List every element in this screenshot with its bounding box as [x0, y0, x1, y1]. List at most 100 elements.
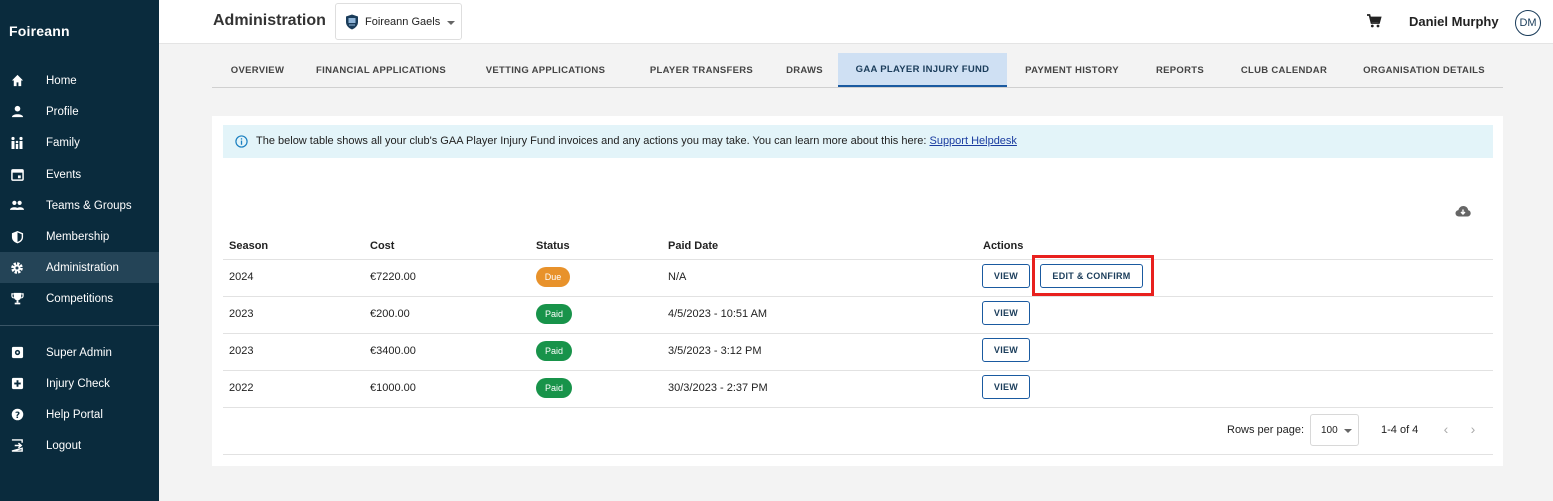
sidebar-item-label: Family [46, 136, 80, 149]
person-icon [10, 105, 24, 119]
card-bottom-divider [223, 454, 1493, 455]
medical-icon [10, 377, 24, 391]
chevron-down-icon [1344, 429, 1352, 433]
column-header-cost: Cost [370, 240, 395, 252]
status-badge: Paid [536, 341, 572, 361]
view-button[interactable]: VIEW [982, 264, 1030, 288]
sidebar-item-super-admin[interactable]: Super Admin [0, 337, 159, 368]
sidebar-item-label: Logout [46, 439, 82, 452]
home-icon [10, 74, 24, 88]
sidebar-item-profile[interactable]: Profile [0, 96, 159, 127]
sidebar-item-events[interactable]: Events [0, 159, 159, 190]
admin-icon [10, 346, 24, 360]
sidebar-item-label: Help Portal [46, 408, 103, 421]
tab-club-calendar[interactable]: CLUB CALENDAR [1223, 53, 1345, 87]
status-badge: Paid [536, 304, 572, 324]
sidebar: Foireann Home Profile Family Events Team… [0, 0, 159, 501]
club-crest-icon [345, 14, 359, 30]
sidebar-item-label: Profile [46, 105, 79, 118]
club-name: Foireann Gaels [365, 16, 441, 28]
sidebar-item-help-portal[interactable]: ? Help Portal [0, 399, 159, 430]
view-button[interactable]: VIEW [982, 375, 1030, 399]
tab-bar: OVERVIEW FINANCIAL APPLICATIONS VETTING … [212, 53, 1503, 88]
column-header-status: Status [536, 240, 570, 252]
tab-payment-history[interactable]: PAYMENT HISTORY [1007, 53, 1137, 87]
view-button[interactable]: VIEW [982, 301, 1030, 325]
sidebar-item-home[interactable]: Home [0, 65, 159, 96]
injury-fund-card: The below table shows all your club's GA… [212, 116, 1503, 466]
tab-vetting-applications[interactable]: VETTING APPLICATIONS [459, 53, 632, 87]
tab-reports[interactable]: REPORTS [1137, 53, 1223, 87]
cell-cost: €7220.00 [370, 271, 416, 283]
avatar[interactable]: DM [1515, 10, 1541, 36]
svg-text:?: ? [14, 411, 19, 421]
calendar-icon [10, 168, 24, 182]
tab-player-transfers[interactable]: PLAYER TRANSFERS [632, 53, 771, 87]
sidebar-item-label: Competitions [46, 292, 114, 305]
sidebar-item-label: Administration [46, 261, 119, 274]
sidebar-item-family[interactable]: Family [0, 127, 159, 158]
sidebar-item-label: Membership [46, 230, 110, 243]
column-header-paid-date: Paid Date [668, 240, 719, 252]
cell-cost: €1000.00 [370, 382, 416, 394]
table-divider [223, 296, 1493, 297]
table-divider [223, 259, 1493, 260]
sidebar-item-label: Events [46, 168, 82, 181]
info-banner: The below table shows all your club's GA… [223, 125, 1493, 158]
chevron-down-icon [447, 21, 455, 25]
chevron-left-icon[interactable]: ‹ [1439, 421, 1453, 437]
view-button[interactable]: VIEW [982, 338, 1030, 362]
brand-logo: Foireann [9, 23, 70, 39]
tab-overview[interactable]: OVERVIEW [212, 53, 303, 87]
cell-season: 2023 [229, 308, 254, 320]
info-icon [235, 135, 248, 148]
help-icon: ? [10, 408, 24, 422]
sidebar-divider [0, 325, 159, 326]
column-header-actions: Actions [983, 240, 1024, 252]
shield-icon [10, 230, 24, 244]
sidebar-item-teams-groups[interactable]: Teams & Groups [0, 190, 159, 221]
cell-paid-date: 4/5/2023 - 10:51 AM [668, 308, 768, 320]
trophy-icon [10, 292, 24, 306]
rows-per-page-select[interactable]: 100 [1310, 414, 1359, 446]
sidebar-item-membership[interactable]: Membership [0, 221, 159, 252]
club-select[interactable]: Foireann Gaels [335, 3, 462, 40]
sidebar-item-label: Teams & Groups [46, 199, 132, 212]
group-icon [10, 199, 24, 213]
tab-draws[interactable]: DRAWS [771, 53, 838, 87]
info-text: The below table shows all your club's GA… [256, 135, 1017, 147]
user-name[interactable]: Daniel Murphy [1409, 14, 1499, 29]
cart-icon[interactable] [1366, 13, 1382, 29]
status-badge: Paid [536, 378, 572, 398]
status-badge: Due [536, 267, 570, 287]
cloud-download-icon[interactable] [1455, 204, 1471, 217]
top-header: Administration Foireann Gaels Daniel Mur… [159, 0, 1553, 44]
column-header-season: Season [229, 240, 269, 252]
page-title: Administration [213, 12, 326, 29]
logout-icon [10, 439, 24, 453]
cell-paid-date: 30/3/2023 - 2:37 PM [668, 382, 768, 394]
family-icon [10, 136, 24, 150]
cell-cost: €200.00 [370, 308, 410, 320]
cell-cost: €3400.00 [370, 345, 416, 357]
sidebar-item-injury-check[interactable]: Injury Check [0, 368, 159, 399]
chevron-right-icon[interactable]: › [1466, 421, 1480, 437]
tab-organisation-details[interactable]: ORGANISATION DETAILS [1345, 53, 1503, 87]
table-divider [223, 370, 1493, 371]
support-helpdesk-link[interactable]: Support Helpdesk [929, 135, 1016, 147]
tab-financial-applications[interactable]: FINANCIAL APPLICATIONS [303, 53, 459, 87]
highlight-box [1032, 255, 1154, 296]
gear-icon [10, 261, 24, 275]
sidebar-item-competitions[interactable]: Competitions [0, 283, 159, 314]
cell-season: 2023 [229, 345, 254, 357]
cell-paid-date: N/A [668, 271, 687, 283]
sidebar-item-logout[interactable]: Logout [0, 430, 159, 461]
sidebar-item-label: Injury Check [46, 377, 110, 390]
sidebar-item-administration[interactable]: Administration [0, 252, 159, 283]
cell-season: 2024 [229, 271, 254, 283]
info-message: The below table shows all your club's GA… [256, 135, 930, 147]
tab-gaa-player-injury-fund[interactable]: GAA PLAYER INJURY FUND [838, 53, 1007, 87]
pagination-range: 1-4 of 4 [1381, 424, 1419, 436]
sidebar-item-label: Home [46, 74, 77, 87]
cell-season: 2022 [229, 382, 254, 394]
